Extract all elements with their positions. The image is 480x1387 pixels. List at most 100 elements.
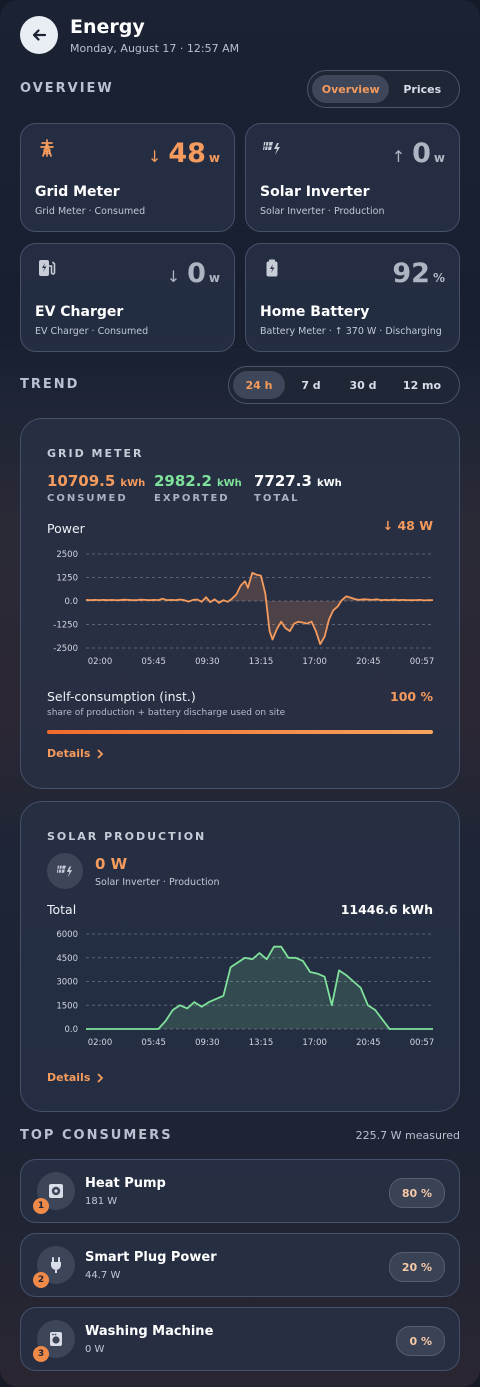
exported-unit: kWh xyxy=(216,478,242,489)
consumer-rank: 1 xyxy=(33,1198,49,1214)
solar-production-chart: 6000 4500 3000 1500 0.0 02:00 05:45 09:30 13:15 1… xyxy=(56,930,435,1048)
solar-source: Solar Inverter · Production xyxy=(95,877,220,888)
page-subtitle: Monday, August 17 · 12:57 AM xyxy=(70,42,240,55)
consumer-watts: 0 W xyxy=(85,1344,105,1355)
consumer-name: Smart Plug Power xyxy=(85,1250,217,1265)
solar-panel-icon xyxy=(56,865,73,878)
back-button[interactable] xyxy=(20,16,58,54)
tile-desc: Battery Meter · ↑ 370 W · Discharging xyxy=(260,326,442,337)
tile-value: ↓ 0 w xyxy=(167,258,220,289)
consumers-measured: 225.7 W measured xyxy=(355,1129,460,1142)
tile-unit: w xyxy=(433,151,445,165)
self-consumption-fill xyxy=(47,730,433,734)
consumer-share: 20 % xyxy=(388,1252,445,1282)
grid-details-link[interactable]: Details xyxy=(47,747,104,760)
grid-meter-card: GRID METER 10709.5 kWh CONSUMED 2982.2 k… xyxy=(20,418,460,789)
solar-card-title: SOLAR PRODUCTION xyxy=(47,830,207,843)
consumer-watts: 44.7 W xyxy=(85,1270,121,1281)
tile-unit: w xyxy=(208,151,220,165)
x-tick-label: 17:00 xyxy=(302,1038,327,1048)
solar-details-link[interactable]: Details xyxy=(47,1071,104,1084)
x-tick-label: 13:15 xyxy=(249,1038,274,1048)
grid-card-title: GRID METER xyxy=(47,447,144,460)
x-tick-label: 17:00 xyxy=(302,657,327,667)
tile-home-battery[interactable]: 92 % Home Battery Battery Meter · ↑ 370 … xyxy=(245,243,460,352)
ev-station-icon xyxy=(39,260,56,276)
range-switch: 24 h 7 d 30 d 12 mo xyxy=(228,366,460,404)
tile-direction: ↓ xyxy=(166,267,181,286)
details-label: Details xyxy=(47,1071,91,1084)
arrow-left-icon xyxy=(32,29,47,41)
power-plug-icon xyxy=(51,1257,61,1273)
consumer-name: Washing Machine xyxy=(85,1324,214,1339)
x-tick-label: 00:57 xyxy=(410,1038,435,1048)
range-30d[interactable]: 30 d xyxy=(337,371,389,399)
details-label: Details xyxy=(47,747,91,760)
y-tick-label: 1250 xyxy=(56,574,78,584)
tile-solar-inverter[interactable]: ↑ 0 w Solar Inverter Solar Inverter · Pr… xyxy=(245,123,460,232)
tile-direction: ↓ xyxy=(147,147,162,166)
x-tick-label: 05:45 xyxy=(141,1038,166,1048)
tile-number: 0 xyxy=(187,258,206,289)
x-tick-label: 13:15 xyxy=(249,657,274,667)
solar-total-value: 11446.6 kWh xyxy=(340,902,433,917)
power-label: Power xyxy=(47,521,85,536)
total-stat: 7727.3 kWh TOTAL xyxy=(254,471,342,504)
y-tick-label: -2500 xyxy=(53,644,78,654)
consumer-share: 80 % xyxy=(388,1178,445,1208)
total-value: 7727.3 xyxy=(254,472,312,490)
tab-prices[interactable]: Prices xyxy=(389,75,455,103)
power-value: ↓ 48 W xyxy=(382,518,433,533)
consumer-rank: 2 xyxy=(33,1272,49,1288)
self-consumption-value: 100 % xyxy=(390,689,433,704)
transmission-tower-icon xyxy=(40,139,54,157)
x-tick-label: 02:00 xyxy=(88,657,113,667)
solar-power-value: 0 W xyxy=(95,855,128,873)
consumed-label: CONSUMED xyxy=(47,493,128,504)
page-title: Energy xyxy=(70,16,145,38)
washing-machine-icon xyxy=(50,1332,62,1346)
x-tick-label: 09:30 xyxy=(195,1038,220,1048)
y-tick-label: 0.0 xyxy=(64,1025,78,1035)
y-tick-label: -1250 xyxy=(53,621,78,631)
battery-icon xyxy=(266,259,278,277)
exported-value: 2982.2 xyxy=(154,472,212,490)
range-24h[interactable]: 24 h xyxy=(233,371,285,399)
y-tick-label: 0.0 xyxy=(64,597,78,607)
tile-unit: w xyxy=(208,271,220,285)
x-tick-label: 20:45 xyxy=(356,1038,381,1048)
consumer-row[interactable]: 2 Smart Plug Power 44.7 W 20 % xyxy=(20,1233,460,1297)
chevron-right-icon xyxy=(97,1072,104,1083)
consumed-value: 10709.5 xyxy=(47,472,116,490)
view-switch: Overview Prices xyxy=(307,70,460,108)
tile-unit: % xyxy=(432,271,445,285)
tile-name: Home Battery xyxy=(260,304,370,320)
tile-ev-charger[interactable]: ↓ 0 w EV Charger EV Charger · Consumed xyxy=(20,243,235,352)
solar-total-label: Total xyxy=(47,902,77,917)
energy-dashboard: Energy Monday, August 17 · 12:57 AM OVER… xyxy=(0,0,480,1387)
x-tick-label: 05:45 xyxy=(141,657,166,667)
chevron-right-icon xyxy=(97,748,104,759)
tile-value: ↓ 48 w xyxy=(148,138,220,169)
x-tick-label: 00:57 xyxy=(410,657,435,667)
consumer-row[interactable]: 3 Washing Machine 0 W 0 % xyxy=(20,1307,460,1371)
y-tick-label: 3000 xyxy=(56,978,78,988)
tile-grid-meter[interactable]: ↓ 48 w Grid Meter Grid Meter · Consumed xyxy=(20,123,235,232)
trend-label: TREND xyxy=(20,377,80,392)
solar-avatar xyxy=(47,853,83,889)
exported-label: EXPORTED xyxy=(154,493,230,504)
consumed-stat: 10709.5 kWh CONSUMED xyxy=(47,471,145,504)
range-7d[interactable]: 7 d xyxy=(285,371,337,399)
tab-overview[interactable]: Overview xyxy=(312,75,390,103)
consumer-row[interactable]: 1 Heat Pump 181 W 80 % xyxy=(20,1159,460,1223)
consumer-share: 0 % xyxy=(396,1326,445,1356)
consumer-name: Heat Pump xyxy=(85,1176,166,1191)
heat-pump-icon xyxy=(49,1184,63,1198)
tile-desc: Grid Meter · Consumed xyxy=(35,206,146,217)
range-12mo[interactable]: 12 mo xyxy=(389,371,455,399)
consumer-rank: 3 xyxy=(33,1346,49,1362)
exported-stat: 2982.2 kWh EXPORTED xyxy=(154,471,242,504)
consumed-unit: kWh xyxy=(120,478,146,489)
tile-number: 48 xyxy=(168,138,206,169)
consumers-label: TOP CONSUMERS xyxy=(20,1128,173,1143)
